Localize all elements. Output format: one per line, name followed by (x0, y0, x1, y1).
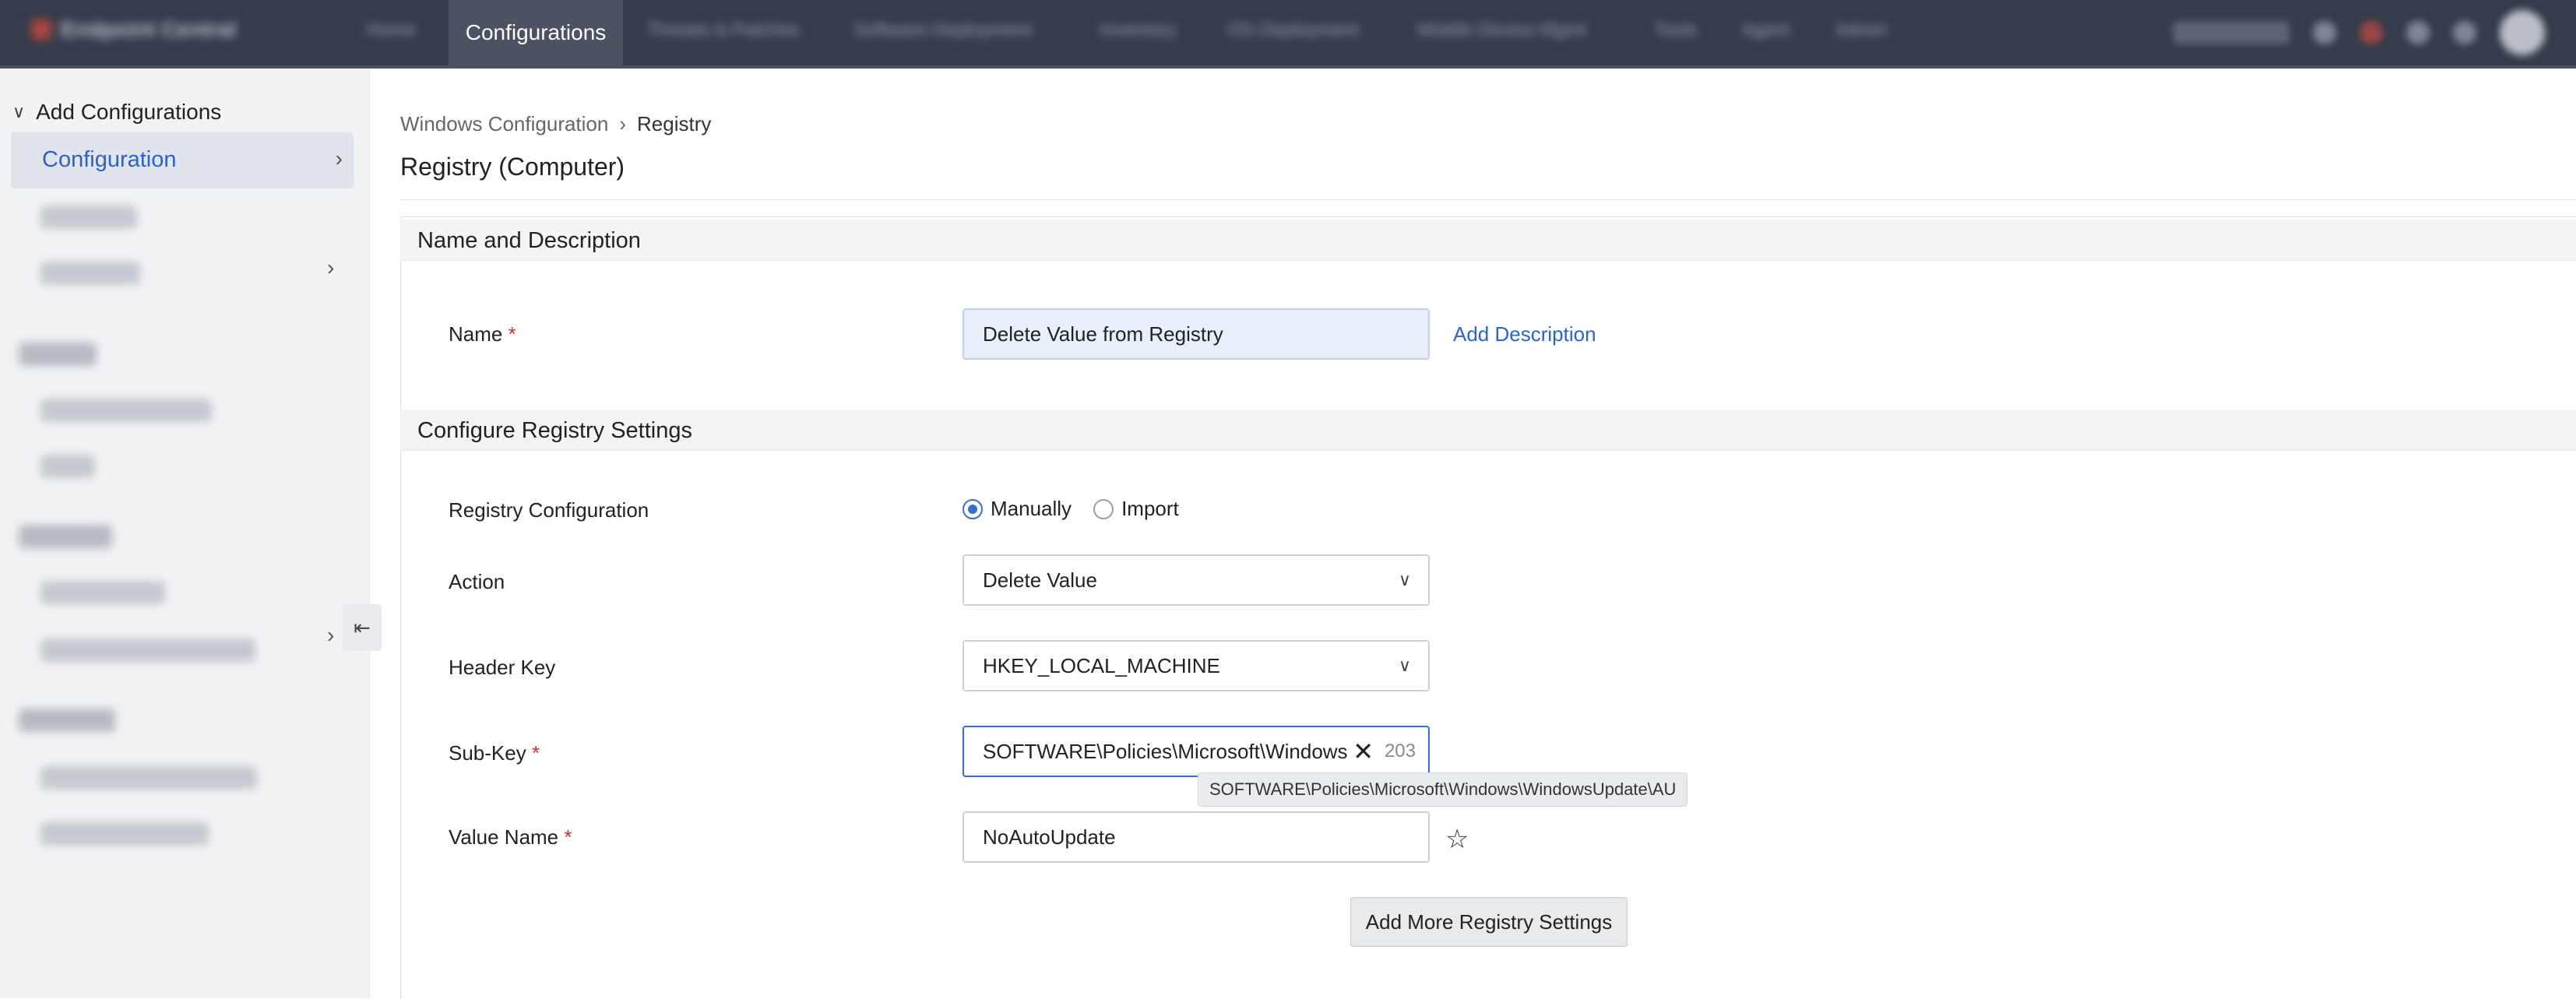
nav-item-threats-patches[interactable]: Threats & Patches (646, 17, 800, 44)
sidebar-item-blurred[interactable] (40, 581, 165, 604)
value-name-label-text: Value Name (449, 825, 559, 849)
required-mark: * (531, 741, 540, 765)
name-input-value: Delete Value from Registry (983, 322, 1223, 346)
star-icon[interactable]: ☆ (1445, 824, 1469, 855)
sub-key-label-text: Sub-Key (449, 741, 526, 765)
sidebar-item-label: Configuration (42, 147, 177, 172)
sidebar-section-blurred[interactable] (19, 525, 112, 548)
breadcrumb: Windows Configuration › Registry (400, 112, 711, 136)
sidebar-item-configuration[interactable]: Configuration › (11, 132, 354, 188)
required-mark: * (508, 322, 516, 346)
search-icon[interactable] (2313, 21, 2336, 44)
character-counter: 203 (1384, 740, 1416, 762)
chevron-right-icon: › (335, 146, 343, 171)
nav-item-admin[interactable]: Admin (1835, 17, 1888, 44)
sub-key-input[interactable]: SOFTWARE\Policies\Microsoft\Windows ✕ 20… (962, 726, 1430, 777)
sidebar-item-blurred[interactable] (40, 399, 212, 422)
action-select[interactable]: Delete Value ∨ (962, 554, 1430, 606)
chevron-right-icon: › (619, 112, 627, 135)
sidebar-item-blurred[interactable] (40, 206, 137, 229)
chevron-down-icon: ∨ (12, 102, 26, 121)
header-key-select[interactable]: HKEY_LOCAL_MACHINE ∨ (962, 640, 1430, 691)
value-name-input[interactable]: NoAutoUpdate (962, 811, 1430, 863)
sidebar-header-label: Add Configurations (36, 100, 222, 124)
radio-manually-label[interactable]: Manually (991, 497, 1072, 521)
sidebar-item-blurred[interactable] (40, 262, 140, 285)
chevron-down-icon: ∨ (1398, 656, 1411, 675)
nav-item-inventory[interactable]: Inventory (1100, 17, 1177, 44)
sidebar-item-blurred[interactable] (40, 455, 95, 478)
required-mark: * (564, 825, 572, 849)
nav-item-home[interactable]: Home (366, 17, 416, 44)
help-icon[interactable] (2453, 21, 2476, 44)
quick-link-pill[interactable] (2173, 21, 2289, 44)
nav-item-software-deployment[interactable]: Software Deployment (853, 17, 1032, 44)
app-brand[interactable]: Endpoint Central (31, 17, 237, 42)
section-header-name-description: Name and Description (400, 220, 2576, 261)
name-label: Name * (449, 322, 516, 346)
sidebar-section-blurred[interactable] (19, 343, 97, 366)
chevron-down-icon: ∨ (1398, 570, 1411, 589)
nav-item-tools[interactable]: Tools (1654, 17, 1698, 44)
radio-import[interactable] (1093, 498, 1114, 519)
sidebar: ∨ Add Configurations Configuration › › › (0, 69, 370, 998)
nav-item-os-deployment[interactable]: OS Deployment (1227, 17, 1359, 44)
action-select-value: Delete Value (983, 568, 1097, 592)
page-title: Registry (Computer) (400, 153, 625, 181)
value-name-label: Value Name * (449, 825, 572, 850)
breadcrumb-link[interactable]: Windows Configuration (400, 112, 608, 136)
registry-configuration-radio-group: Manually Import (962, 497, 1179, 521)
name-label-text: Name (449, 322, 503, 346)
nav-item-agent[interactable]: Agent (1741, 17, 1790, 44)
sub-key-tooltip: SOFTWARE\Policies\Microsoft\Windows\Wind… (1198, 772, 1688, 807)
breadcrumb-current: Registry (637, 112, 712, 135)
user-avatar[interactable] (2500, 10, 2545, 55)
action-label: Action (449, 570, 505, 593)
add-description-link[interactable]: Add Description (1453, 322, 1596, 346)
header-key-label: Header Key (449, 656, 556, 679)
section-title: Configure Registry Settings (417, 418, 692, 443)
radio-manually[interactable] (962, 498, 983, 519)
app-name: Endpoint Central (61, 17, 237, 41)
divider (400, 199, 2576, 200)
sub-key-input-value: SOFTWARE\Policies\Microsoft\Windows (983, 739, 1348, 763)
sidebar-item-blurred[interactable] (40, 822, 209, 846)
nav-item-mdm[interactable]: Mobile Device Mgmt (1417, 17, 1586, 44)
chevron-right-icon: › (327, 255, 335, 280)
sidebar-item-blurred[interactable] (40, 766, 257, 790)
section-header-registry-settings: Configure Registry Settings (400, 410, 2576, 451)
app-logo-icon (31, 19, 51, 40)
topbar-icons (2173, 0, 2576, 65)
value-name-input-value: NoAutoUpdate (983, 825, 1116, 849)
nav-item-configurations[interactable]: Configurations (449, 0, 623, 65)
sub-key-label: Sub-Key * (449, 741, 540, 765)
radio-import-label[interactable]: Import (1121, 497, 1179, 521)
alert-icon[interactable] (2360, 21, 2383, 44)
sidebar-section-add-configurations[interactable]: ∨ Add Configurations (12, 100, 221, 125)
chevron-right-icon: › (327, 623, 335, 647)
add-more-registry-settings-button[interactable]: Add More Registry Settings (1350, 897, 1628, 947)
sidebar-section-blurred[interactable] (19, 709, 115, 732)
collapse-sidebar-icon[interactable]: ⇤ (343, 604, 382, 651)
bell-icon[interactable] (2406, 21, 2430, 44)
name-input[interactable]: Delete Value from Registry (962, 308, 1430, 360)
section-title: Name and Description (417, 228, 641, 253)
registry-configuration-label: Registry Configuration (449, 498, 649, 522)
sidebar-item-blurred[interactable] (40, 638, 255, 662)
clear-icon[interactable]: ✕ (1353, 737, 1374, 766)
top-navigation-bar: Endpoint Central Home Configurations Thr… (0, 0, 2576, 69)
header-key-select-value: HKEY_LOCAL_MACHINE (983, 653, 1220, 677)
